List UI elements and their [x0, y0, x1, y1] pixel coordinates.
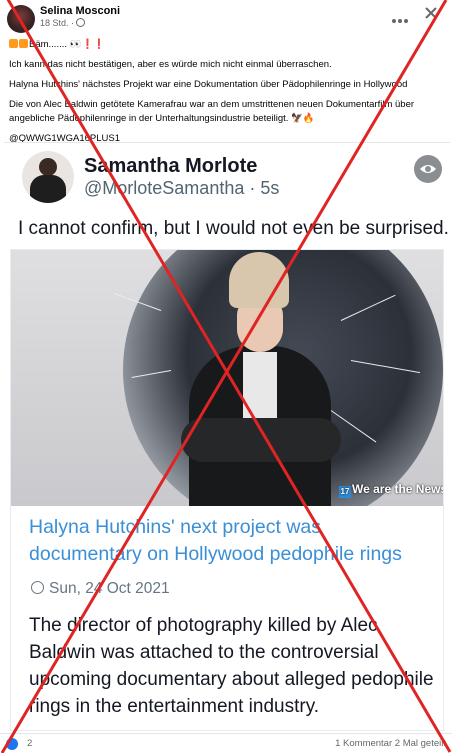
more-icon[interactable] — [392, 10, 412, 23]
article-card[interactable]: 17 We are the News Halyna Hutchins' next … — [10, 249, 444, 731]
news-logo: 17 We are the News — [339, 482, 443, 498]
tweet-avatar — [22, 151, 74, 203]
comments-shares[interactable]: 1 Kommentar 2 Mal geteilt — [335, 738, 446, 749]
article-body: The director of photography killed by Al… — [29, 615, 434, 717]
tweet-screenshot[interactable]: Samantha Morlote @MorloteSamantha · 5s I… — [4, 142, 450, 734]
post-line-1: Bäm....... 👀❗❗ — [9, 38, 444, 52]
tweet-author-name: Samantha Morlote — [84, 155, 258, 177]
article-photo: 17 We are the News — [11, 250, 443, 506]
tweet-text: I cannot confirm, but I would not even b… — [18, 218, 449, 239]
close-icon[interactable] — [424, 6, 438, 20]
reaction-icon[interactable] — [6, 738, 18, 750]
logo-badge: 17 — [339, 486, 351, 498]
boom-emoji-icon — [19, 39, 28, 48]
article-date: Sun, 24 Oct 2021 — [31, 580, 170, 598]
post-line-3: Halyna Hutchins' nächstes Projekt war ei… — [9, 79, 408, 90]
post-line-5: angebliche Pädophilenringe in der Unterh… — [9, 113, 315, 124]
post-time[interactable]: 18 Std. · — [40, 18, 74, 28]
tweet-handle: @MorloteSamantha · 5s — [84, 178, 280, 198]
post-meta: 18 Std. · — [40, 18, 86, 28]
post-footer: 2 1 Kommentar 2 Mal geteilt — [0, 733, 452, 754]
author-avatar[interactable] — [7, 5, 35, 33]
article-title[interactable]: Halyna Hutchins' next project was docume… — [29, 514, 439, 568]
clock-icon — [31, 581, 44, 594]
reaction-count[interactable]: 2 — [27, 738, 32, 749]
post-line-2: Ich kann das nicht bestätigen, aber es w… — [9, 59, 332, 70]
post-line-4: Die von Alec Baldwin getötete Kamerafrau… — [9, 99, 415, 110]
post-header: Selina Mosconi 18 Std. · — [0, 0, 452, 34]
post-text: Bäm....... 👀❗❗ Ich kann das nicht bestät… — [9, 38, 444, 152]
globe-icon — [76, 18, 86, 27]
eye-icon[interactable] — [414, 155, 442, 183]
boom-emoji-icon — [9, 39, 18, 48]
author-name[interactable]: Selina Mosconi — [40, 5, 120, 17]
